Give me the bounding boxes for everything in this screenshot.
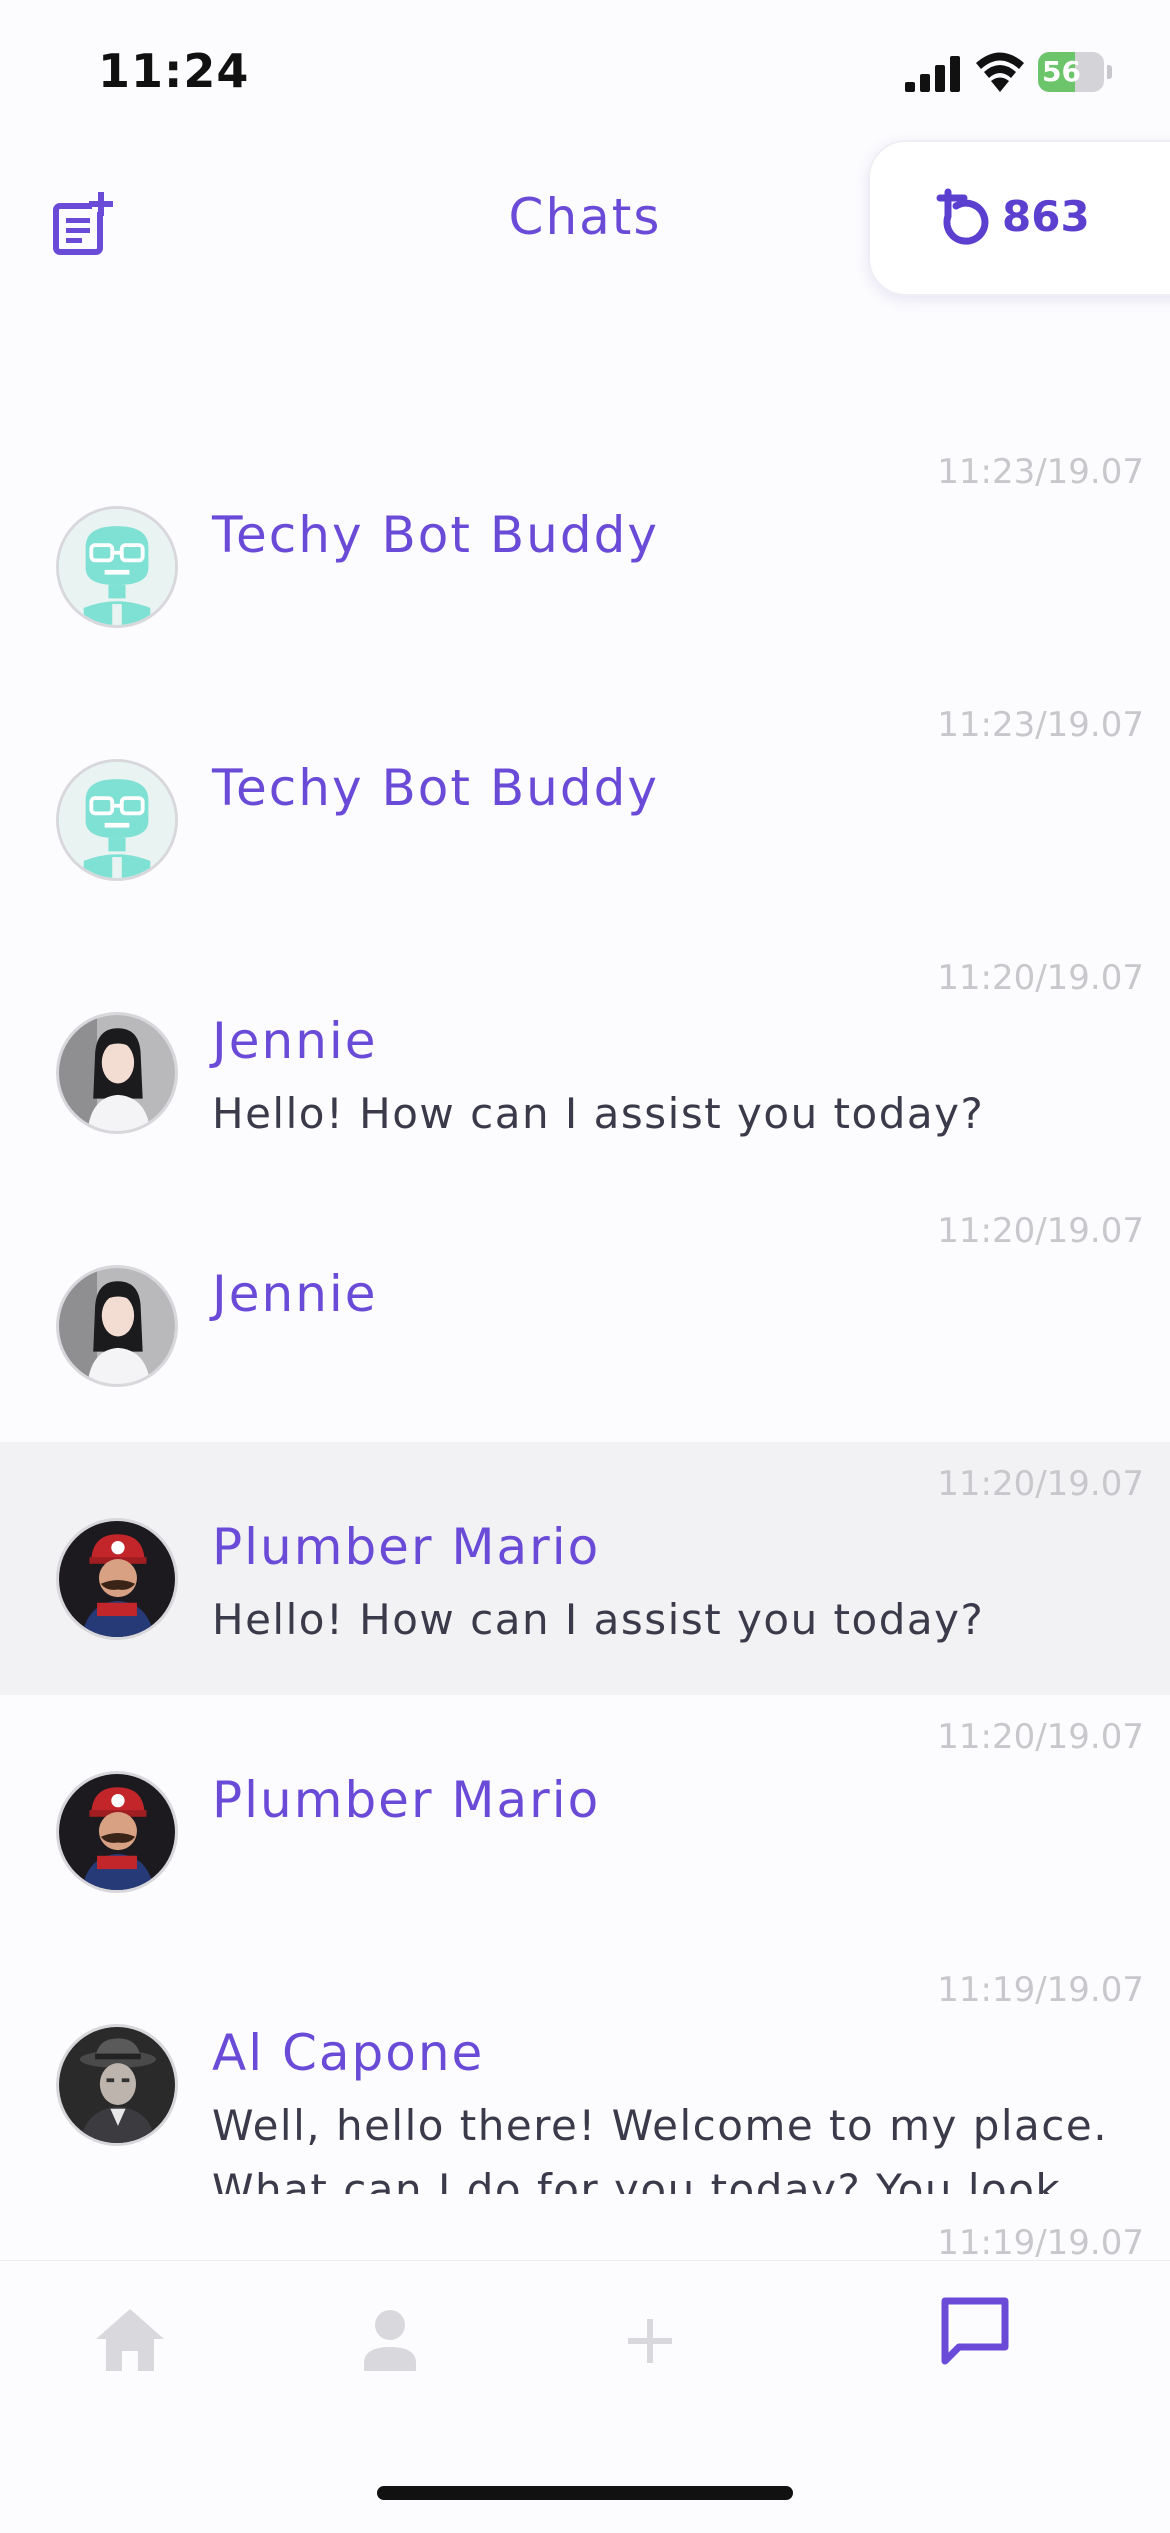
chat-timestamp: 11:20/19.07 (937, 1464, 1144, 1504)
chat-bubble-icon (941, 2297, 1009, 2365)
chat-preview: Well, hello there! Welcome to my place. … (212, 2101, 1109, 2194)
home-icon (96, 2309, 164, 2371)
chat-item-techy-bot-buddy[interactable]: 11:23/19.07 Techy Bot Buddy (0, 683, 1170, 936)
chat-timestamp: 11:20/19.07 (937, 1717, 1144, 1757)
tab-create[interactable] (600, 2291, 700, 2391)
chat-list: 11:23/19.07 Techy Bot Buddy 11:23/19.07 (0, 430, 1170, 2260)
status-bar: 11:24 56 (0, 0, 1170, 140)
plus-icon (628, 2319, 672, 2363)
mario-avatar (56, 1518, 178, 1640)
chat-item-al-capone[interactable]: 11:19/19.07 Al Capone Well, hello there!… (0, 1948, 1170, 2201)
status-time: 11:24 (98, 44, 250, 98)
chat-timestamp: 11:20/19.07 (937, 958, 1144, 998)
woman-avatar (56, 1012, 178, 1134)
chat-name: Plumber Mario (212, 1518, 601, 1576)
credits-count: 863 (1002, 192, 1090, 241)
signal-icon (905, 56, 960, 92)
person-icon (364, 2310, 416, 2371)
chat-name: Techy Bot Buddy (212, 506, 659, 564)
battery-percent: 56 (1042, 55, 1081, 88)
tab-home[interactable] (80, 2291, 180, 2391)
chat-timestamp: 11:23/19.07 (937, 705, 1144, 745)
credits-button[interactable]: 863 (868, 140, 1170, 296)
chat-timestamp: 11:20/19.07 (937, 1211, 1144, 1251)
chat-item-techy-bot-buddy[interactable]: 11:23/19.07 Techy Bot Buddy (0, 430, 1170, 683)
robot-avatar (56, 506, 178, 628)
tab-profile[interactable] (340, 2291, 440, 2391)
chat-name: Jennie (212, 1265, 378, 1323)
chat-name: Plumber Mario (212, 1771, 601, 1829)
chat-item-jennie[interactable]: 11:20/19.07 Jennie Hello! How can I assi… (0, 936, 1170, 1189)
gangster-avatar (56, 2024, 178, 2146)
wifi-icon (976, 52, 1024, 92)
chat-item-plumber-mario[interactable]: 11:20/19.07 Plumber Mario Hello! How can… (0, 1442, 1170, 1695)
chat-name: Jennie (212, 1012, 378, 1070)
chat-preview: Hello! How can I assist you today? (212, 1089, 985, 1138)
mario-avatar (56, 1771, 178, 1893)
chat-item-partial[interactable]: 11:19/19.07 (0, 2201, 1170, 2260)
chat-name: Techy Bot Buddy (212, 759, 659, 817)
battery-icon: 56 (1038, 52, 1112, 92)
chat-timestamp: 11:19/19.07 (937, 2223, 1144, 2260)
chat-name: Al Capone (212, 2024, 485, 2082)
home-indicator (377, 2486, 793, 2500)
chat-item-jennie[interactable]: 11:20/19.07 Jennie (0, 1189, 1170, 1442)
tab-chats[interactable] (925, 2281, 1025, 2381)
chat-item-plumber-mario[interactable]: 11:20/19.07 Plumber Mario (0, 1695, 1170, 1948)
credits-coin-icon (936, 188, 989, 245)
chat-timestamp: 11:23/19.07 (937, 452, 1144, 492)
chat-preview: Hello! How can I assist you today? (212, 1595, 985, 1644)
woman-avatar (56, 1265, 178, 1387)
robot-avatar (56, 759, 178, 881)
header: Chats 863 (0, 140, 1170, 300)
chat-timestamp: 11:19/19.07 (937, 1970, 1144, 2010)
